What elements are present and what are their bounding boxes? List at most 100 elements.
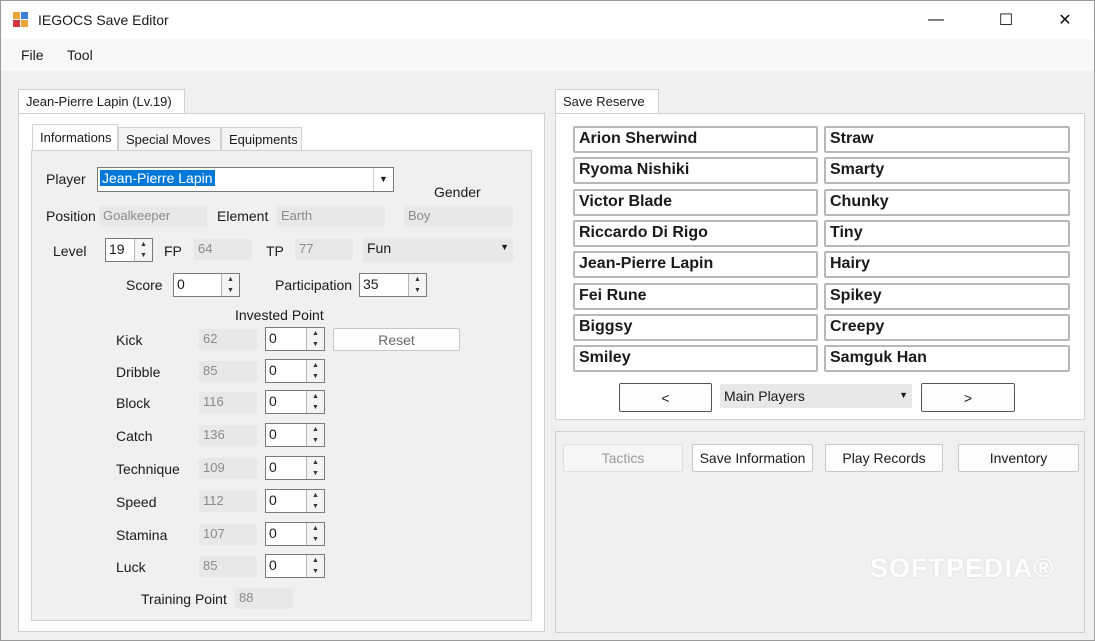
reserve-player-button[interactable]: Biggsy <box>573 314 818 341</box>
stat-name: Block <box>116 395 151 411</box>
stat-invested-value: 0 <box>269 393 277 409</box>
menu-tool[interactable]: Tool <box>67 47 93 63</box>
reserve-player-button[interactable]: Jean-Pierre Lapin <box>573 251 818 278</box>
play-records-button[interactable]: Play Records <box>825 444 943 472</box>
reserve-player-button[interactable]: Arion Sherwind <box>573 126 818 153</box>
stat-value: 62 <box>199 329 257 350</box>
stat-value: 107 <box>199 524 257 545</box>
minimize-button[interactable]: — <box>913 1 959 39</box>
stat-name: Luck <box>116 559 146 575</box>
gender-field: Boy <box>404 206 513 227</box>
tab-save-reserve[interactable]: Save Reserve <box>555 89 659 114</box>
reserve-player-button[interactable]: Ryoma Nishiki <box>573 157 818 184</box>
tab-special-moves[interactable]: Special Moves <box>118 127 221 151</box>
participation-value: 35 <box>363 276 379 292</box>
tactics-button[interactable]: Tactics <box>563 444 683 472</box>
gender-label: Gender <box>434 184 481 200</box>
chevron-down-icon[interactable]: ▼ <box>373 168 393 191</box>
stat-invested-stepper[interactable]: 0 ▲ ▼ <box>265 327 325 351</box>
stepper-arrows-icon[interactable]: ▲ ▼ <box>221 274 239 296</box>
next-page-button[interactable]: > <box>921 383 1015 412</box>
reserve-player-button[interactable]: Smarty <box>824 157 1070 184</box>
tab-equipments[interactable]: Equipments <box>221 127 302 151</box>
prev-page-button[interactable]: < <box>619 383 712 412</box>
chevron-down-icon[interactable]: ▼ <box>899 390 908 400</box>
level-label: Level <box>53 243 87 259</box>
stepper-arrows-icon[interactable]: ▲ ▼ <box>134 239 152 261</box>
fp-label: FP <box>164 243 182 259</box>
stat-name: Kick <box>116 332 143 348</box>
mood-select-value: Fun <box>367 240 392 256</box>
score-stepper[interactable]: 0 ▲ ▼ <box>173 273 240 297</box>
fp-field: 64 <box>194 239 252 260</box>
reserve-player-button[interactable]: Smiley <box>573 345 818 372</box>
app-window: IEGOCS Save Editor — ☐ ✕ File Tool Jean-… <box>0 0 1095 641</box>
reserve-player-button[interactable]: Tiny <box>824 220 1070 247</box>
stat-name: Dribble <box>116 364 161 380</box>
reserve-player-button[interactable]: Spikey <box>824 283 1070 310</box>
stepper-arrows-icon[interactable]: ▲ ▼ <box>306 391 324 413</box>
player-group-select[interactable]: Main Players ▼ <box>720 384 912 408</box>
inventory-button[interactable]: Inventory <box>958 444 1079 472</box>
stat-invested-value: 0 <box>269 459 277 475</box>
stepper-arrows-icon[interactable]: ▲ ▼ <box>306 490 324 512</box>
chevron-down-icon[interactable]: ▼ <box>500 242 509 252</box>
tp-label: TP <box>266 243 284 259</box>
stepper-arrows-icon[interactable]: ▲ ▼ <box>408 274 426 296</box>
stat-invested-stepper[interactable]: 0 ▲ ▼ <box>265 522 325 546</box>
stat-invested-stepper[interactable]: 0 ▲ ▼ <box>265 554 325 578</box>
reserve-player-button[interactable]: Samguk Han <box>824 345 1070 372</box>
stat-invested-stepper[interactable]: 0 ▲ ▼ <box>265 390 325 414</box>
reserve-player-button[interactable]: Fei Rune <box>573 283 818 310</box>
menu-file[interactable]: File <box>21 47 44 63</box>
stat-name: Catch <box>116 428 153 444</box>
tab-player[interactable]: Jean-Pierre Lapin (Lv.19) <box>18 89 185 114</box>
position-label: Position <box>46 208 96 224</box>
stat-name: Stamina <box>116 527 168 543</box>
participation-label: Participation <box>275 277 353 293</box>
player-select[interactable]: Jean-Pierre Lapin ▼ <box>97 167 394 192</box>
reserve-player-button[interactable]: Hairy <box>824 251 1070 278</box>
participation-stepper[interactable]: 35 ▲ ▼ <box>359 273 427 297</box>
stepper-arrows-icon[interactable]: ▲ ▼ <box>306 328 324 350</box>
level-stepper[interactable]: 19 ▲ ▼ <box>105 238 153 262</box>
stepper-arrows-icon[interactable]: ▲ ▼ <box>306 457 324 479</box>
training-point-label: Training Point <box>141 591 227 607</box>
tab-informations[interactable]: Informations <box>32 124 118 151</box>
stat-invested-stepper[interactable]: 0 ▲ ▼ <box>265 456 325 480</box>
stat-value: 109 <box>199 458 257 479</box>
app-icon <box>13 12 29 28</box>
maximize-button[interactable]: ☐ <box>983 1 1029 39</box>
save-information-button[interactable]: Save Information <box>692 444 813 472</box>
stat-invested-stepper[interactable]: 0 ▲ ▼ <box>265 359 325 383</box>
reserve-player-button[interactable]: Creepy <box>824 314 1070 341</box>
position-field: Goalkeeper <box>99 206 207 227</box>
level-value: 19 <box>109 241 125 257</box>
stepper-arrows-icon[interactable]: ▲ ▼ <box>306 555 324 577</box>
stepper-arrows-icon[interactable]: ▲ ▼ <box>306 360 324 382</box>
stepper-arrows-icon[interactable]: ▲ ▼ <box>306 523 324 545</box>
player-select-value: Jean-Pierre Lapin <box>100 170 215 186</box>
softpedia-watermark: SOFTPEDIA® <box>870 553 1055 583</box>
reserve-player-button[interactable]: Chunky <box>824 189 1070 216</box>
reset-button[interactable]: Reset <box>333 328 460 351</box>
stat-invested-value: 0 <box>269 330 277 346</box>
stat-invested-value: 0 <box>269 525 277 541</box>
reserve-player-button[interactable]: Riccardo Di Rigo <box>573 220 818 247</box>
stat-value: 85 <box>199 556 257 577</box>
stat-value: 85 <box>199 361 257 382</box>
stat-value: 136 <box>199 425 257 446</box>
stat-invested-stepper[interactable]: 0 ▲ ▼ <box>265 489 325 513</box>
element-field: Earth <box>277 206 385 227</box>
stat-value: 116 <box>199 392 257 413</box>
stepper-arrows-icon[interactable]: ▲ ▼ <box>306 424 324 446</box>
mood-select[interactable]: Fun ▼ <box>363 238 513 262</box>
element-label: Element <box>217 208 269 224</box>
close-button[interactable]: ✕ <box>1042 1 1088 39</box>
score-label: Score <box>126 277 163 293</box>
stat-name: Speed <box>116 494 157 510</box>
reserve-player-button[interactable]: Victor Blade <box>573 189 818 216</box>
reserve-player-button[interactable]: Straw <box>824 126 1070 153</box>
stat-invested-stepper[interactable]: 0 ▲ ▼ <box>265 423 325 447</box>
training-point-field: 88 <box>235 588 293 609</box>
